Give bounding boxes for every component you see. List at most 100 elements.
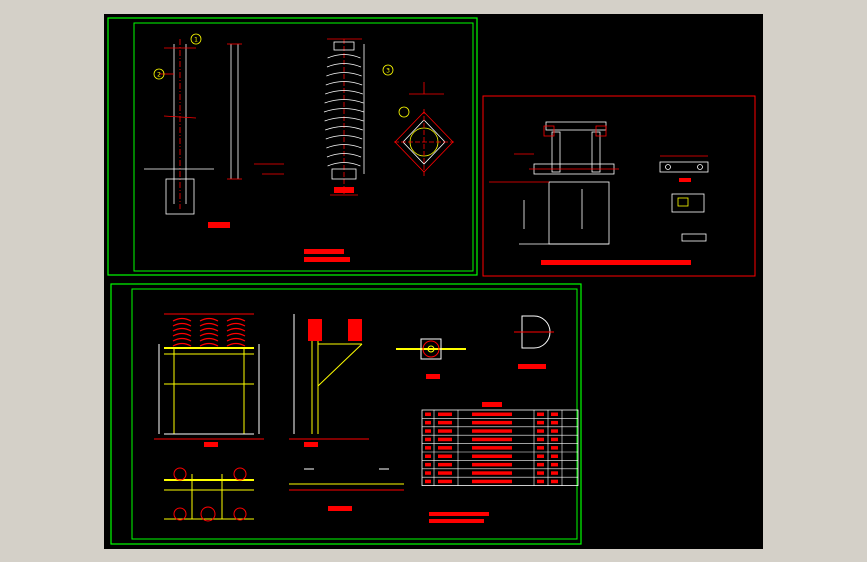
base-plan: [164, 467, 254, 522]
bom-cell-spec: [472, 462, 512, 467]
sheet-bottom-note-1: [429, 512, 489, 516]
insulator-shed: [226, 342, 246, 347]
side-elevation-label: [304, 442, 318, 447]
fuse-part-detail: [659, 155, 709, 242]
bom-cell-number: [425, 446, 431, 450]
bom-cell-spec: [472, 429, 512, 433]
sheet-bottom-note-2: [429, 519, 484, 523]
bom-cell-name: [438, 462, 452, 467]
bom-cell-unit: [537, 462, 544, 467]
sheet-top-left: 1 2 3: [107, 17, 478, 276]
bom-cell-unit: [537, 420, 544, 425]
side-insulators: [308, 319, 362, 341]
insulator-shed: [199, 322, 219, 327]
sheet-note-line-2: [304, 257, 350, 262]
bom-cell-number: [425, 454, 431, 458]
bom-cell-number: [425, 437, 431, 442]
bom-cell-qty: [551, 471, 558, 475]
bom-cell-qty: [551, 420, 558, 425]
bom-cell-unit: [537, 471, 544, 475]
insulator-shed: [226, 317, 246, 322]
bom-cell-qty: [551, 462, 558, 467]
bom-cell-qty: [551, 479, 558, 484]
insulator-shed: [226, 332, 246, 337]
bom-cell-unit: [537, 479, 544, 484]
bom-cell-number: [425, 471, 431, 475]
bom-cell-unit: [537, 446, 544, 450]
bom-cell-qty: [551, 429, 558, 433]
insulator-shed: [172, 327, 192, 332]
bom-cell-name: [438, 412, 452, 416]
drawing-title-1: [208, 222, 230, 228]
bracket-plan: [396, 338, 466, 360]
insulator-shed: [172, 332, 192, 337]
cad-viewport[interactable]: 1 2 3: [104, 14, 763, 549]
bom-cell-name: [438, 479, 452, 484]
bom-cell-spec: [472, 446, 512, 450]
flange-detail: [394, 82, 454, 176]
half-circle-label: [518, 364, 546, 369]
bom-cell-name: [438, 437, 452, 442]
fuse-assembly: [489, 121, 619, 245]
insulator-shed: [226, 322, 246, 327]
pole-elevation: [144, 39, 284, 215]
bom-cell-number: [425, 412, 431, 416]
sheet-top-right-note: [541, 260, 691, 265]
insulator-shed: [199, 337, 219, 342]
insulator-shed: [199, 317, 219, 322]
section-strip: [289, 468, 404, 491]
bom-cell-qty: [551, 454, 558, 458]
half-circle-detail: [514, 315, 554, 349]
frame-front-elevation: [154, 313, 264, 440]
sheet-top-left-inner-frame: [133, 22, 474, 272]
insulator-shed: [172, 342, 192, 347]
bom-cell-spec: [472, 454, 512, 458]
bom-cell-spec: [472, 479, 512, 484]
bom-cell-unit: [537, 412, 544, 416]
bottom-insulators: [172, 317, 246, 347]
bom-cell-spec: [472, 420, 512, 425]
front-elevation-label: [204, 442, 218, 447]
section-strip-label: [328, 506, 352, 511]
sheet-top-right-frame: [482, 95, 756, 277]
bom-cell-number: [425, 479, 431, 484]
bom-cell-name: [438, 454, 452, 458]
cad-drawing: 1 2 3: [107, 17, 756, 545]
insulator-shed: [172, 337, 192, 342]
sheet-note-line-1: [304, 249, 344, 254]
insulator-shed: [199, 342, 219, 347]
bom-cell-name: [438, 420, 452, 425]
insulator-shed: [199, 327, 219, 332]
callout-label-2: 2: [157, 72, 161, 79]
sheet-top-right: [482, 95, 756, 277]
bom-cell-number: [425, 429, 431, 433]
callout-label-1: 1: [194, 37, 198, 44]
sheet-top-left-outer-frame: [107, 17, 478, 276]
bom-cell-spec: [472, 471, 512, 475]
bom-cell-name: [438, 471, 452, 475]
bom-cell-spec: [472, 412, 512, 416]
bom-cell-name: [438, 446, 452, 450]
bom-cell-unit: [537, 454, 544, 458]
bom-cell-unit: [537, 429, 544, 433]
insulator-shed: [172, 317, 192, 322]
bom-cell-qty: [551, 446, 558, 450]
insulator-shed: [199, 332, 219, 337]
bom-cell-number: [425, 420, 431, 425]
bom-cell-number: [425, 462, 431, 467]
callout-label-3: 3: [386, 68, 390, 75]
flange-callout-circle: [398, 106, 410, 118]
insulator-shed: [226, 327, 246, 332]
bom-table: [421, 409, 579, 486]
bom-cell-unit: [537, 437, 544, 442]
bom-cell-name: [438, 429, 452, 433]
sheet-bottom: [110, 283, 582, 545]
bracket-plan-label: [426, 374, 440, 379]
bom-title: [482, 402, 502, 407]
drawing-title-2: [334, 187, 354, 193]
insulator-shed: [226, 337, 246, 342]
insulator-shed: [172, 322, 192, 327]
bom-cell-qty: [551, 412, 558, 416]
bom-cell-qty: [551, 437, 558, 442]
bom-cell-spec: [472, 437, 512, 442]
